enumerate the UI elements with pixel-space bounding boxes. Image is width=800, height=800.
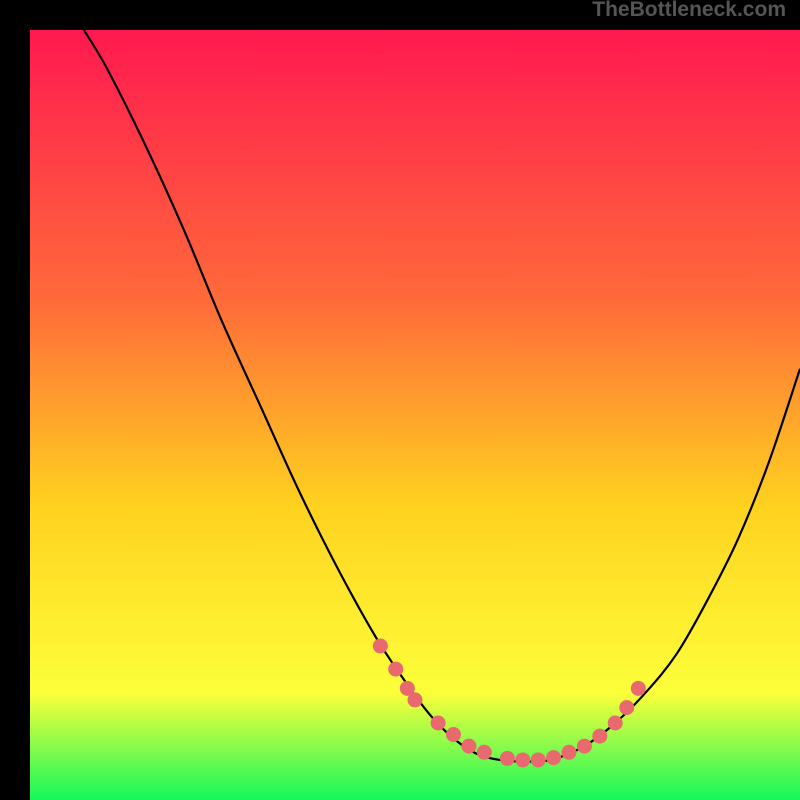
marker-dot bbox=[388, 662, 403, 677]
marker-dot bbox=[477, 745, 492, 760]
marker-dot bbox=[531, 752, 546, 767]
marker-dot bbox=[577, 739, 592, 754]
marker-dot bbox=[619, 700, 634, 715]
marker-dot bbox=[608, 716, 623, 731]
marker-dot bbox=[373, 639, 388, 654]
marker-dot bbox=[562, 745, 577, 760]
watermark-text: TheBottleneck.com bbox=[592, 0, 786, 22]
marker-dot bbox=[592, 729, 607, 744]
marker-dot bbox=[500, 751, 515, 766]
bottleneck-chart bbox=[30, 30, 800, 800]
marker-dot bbox=[546, 750, 561, 765]
chart-frame bbox=[15, 15, 785, 785]
marker-dot bbox=[461, 739, 476, 754]
marker-dot bbox=[515, 752, 530, 767]
marker-dot bbox=[431, 716, 446, 731]
marker-dot bbox=[408, 692, 423, 707]
marker-dot bbox=[631, 681, 646, 696]
marker-dot bbox=[446, 727, 461, 742]
